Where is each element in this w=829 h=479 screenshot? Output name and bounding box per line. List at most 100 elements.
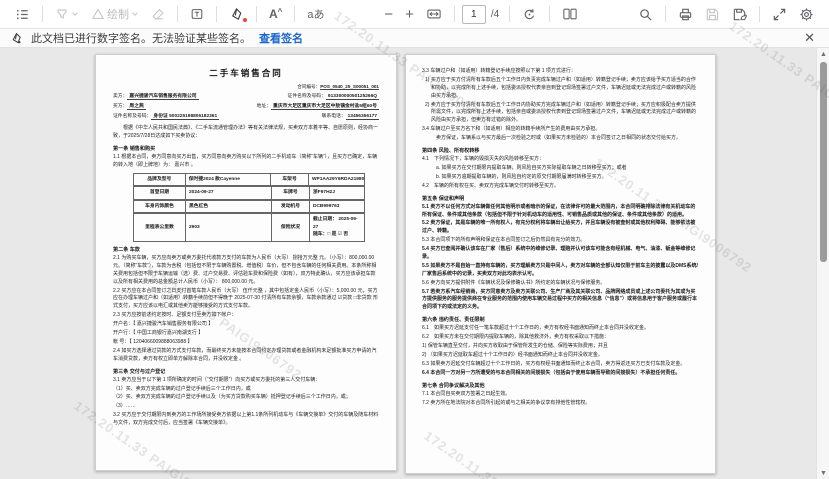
- table-label: 保险状况: [272, 214, 310, 241]
- divider: [42, 6, 43, 22]
- save-as-icon: [732, 7, 747, 22]
- seller-id: 91330000050125266Q: [326, 94, 379, 100]
- paragraph-line: 5.6 卖方向买方提供附件《车辆状况及保修确认书》所约定的车辆状况与保修服务。: [422, 280, 699, 288]
- page-input[interactable]: [462, 5, 486, 24]
- paragraph-line: 1) 买方应于买方付清所有车款后五个工作日内负责完成车辆过户和（如适用）转籍登记…: [422, 77, 699, 101]
- paragraph-line: 5.2 卖方保证，其是车辆的唯一所有权人，有充分权利将车辆出让给买方，并且车辆没…: [422, 220, 699, 236]
- toc-button[interactable]: [10, 4, 35, 25]
- contract-number: POS_0540_25_S00051_001: [320, 84, 379, 90]
- scrollbar-thumb[interactable]: [820, 62, 827, 262]
- translate-icon: aあ: [307, 6, 324, 22]
- draw-button[interactable]: 绘制: [86, 3, 144, 25]
- paragraph-line: a. 如果买方在交付期限内提取车辆，则风险自买方实际提取车辆之日转移至买方；或者: [422, 165, 699, 173]
- paragraph-line: 第二条 车款: [113, 246, 379, 254]
- notification-message: 此文档已进行数字签名。无法验证某些签名。: [31, 30, 251, 46]
- gear-icon: [799, 7, 814, 22]
- toolbar: 绘制 A^: [0, 0, 829, 29]
- paragraph-line: 6.2 如果买方未在交付期限内提取车辆的，除其他救济外，卖方有权采取以下措施：: [422, 334, 699, 342]
- search-icon: [638, 7, 653, 22]
- divider: [549, 6, 550, 22]
- paragraph-line: 第五条 保证和声明: [422, 195, 699, 203]
- signature-badge: [242, 17, 248, 23]
- save-button[interactable]: [700, 4, 725, 25]
- paragraph-line: 2.1 为购买车辆，买方应向卖方或卖方委托代收款方支付的车款为人民币（大写） 捌…: [113, 255, 379, 287]
- party-row-id: 证件名称及号码：身份证 500225198806182361 联系电话：1345…: [113, 113, 379, 121]
- table-value: DCB999763: [310, 201, 365, 214]
- save-as-button[interactable]: [727, 4, 752, 25]
- paragraph-line: （1）买、卖双方完成车辆的过户登记手续后三个工作日内，或: [113, 386, 379, 394]
- page1-top-paragraphs: 根据《中华人民共和国民法典》、《二手车流通管理办法》等有关法律法规，买卖双方本着…: [113, 125, 379, 170]
- paragraph-line: 6.4 本合同一方对另一方所遭受的与本合同相关的间接损失（包括由于使用车辆而导致…: [422, 370, 699, 378]
- zoom-out-button[interactable]: −: [379, 4, 398, 25]
- toolbar-right-group: [633, 4, 819, 25]
- paragraph-line: 第三条 交付与过户登记: [113, 368, 379, 376]
- text-box-button[interactable]: [185, 4, 209, 24]
- font-size-button[interactable]: A^: [264, 4, 287, 24]
- translate-button[interactable]: aあ: [302, 3, 329, 25]
- buyer-name: 周之燕: [127, 104, 145, 110]
- zoom-in-button[interactable]: +: [400, 4, 419, 25]
- table-label: 品牌及型号: [134, 174, 186, 187]
- signature-button[interactable]: [224, 4, 249, 25]
- text-box-icon: [190, 7, 204, 21]
- table-label: 发动机号: [272, 201, 310, 214]
- table-value: 截止日期： 2025-09-27 随车：□ 是 ☑ 否: [310, 214, 365, 241]
- paragraph-line: b. 如果买方逾期提取车辆的，则风险自约定的原交付期限届满时转移至买方。: [422, 174, 699, 182]
- settings-button[interactable]: [794, 4, 819, 25]
- fullscreen-button[interactable]: [767, 4, 792, 25]
- divider: [665, 6, 666, 22]
- two-page-view-icon: [562, 7, 578, 21]
- fit-width-icon: [426, 7, 442, 21]
- print-icon: [678, 7, 693, 22]
- paragraph-line: 根据《中华人民共和国民法典》、《二手车流通管理办法》等有关法律法规，买卖双方本着…: [113, 125, 379, 141]
- paragraph-line: 1.1 根据本合同，卖方同意向买方出售，买方同意向卖方购买以下所列的二手机动车（…: [113, 154, 379, 170]
- divider: [759, 6, 760, 22]
- paragraph-line: 卖方保证，车辆系以与买方最后一次检验之时或（如果买方未检验的）本合同签订之日相同…: [422, 135, 699, 143]
- paragraph-line: （3）……: [113, 403, 379, 411]
- table-value: WP1AA29Y6RDA21980: [309, 174, 365, 187]
- signature-notification-bar: 此文档已进行数字签名。无法验证某些签名。 查看签名 ✕: [0, 29, 829, 48]
- print-button[interactable]: [673, 4, 698, 25]
- table-value: 保时捷2024 款Cayenne: [186, 174, 271, 187]
- chevron-down-icon: [71, 10, 79, 18]
- table-value: 2024-09-27: [186, 187, 272, 200]
- two-page-view-button[interactable]: [557, 4, 583, 24]
- table-label: 车架号: [271, 174, 309, 187]
- divider: [294, 6, 295, 22]
- search-button[interactable]: [633, 4, 658, 25]
- divider: [509, 6, 510, 22]
- save-icon: [705, 7, 720, 22]
- table-row: 首登日期 2024-09-27 车牌号 浙F97H2J: [133, 186, 365, 200]
- table-value: 黑色红色: [186, 201, 272, 214]
- eraser-button[interactable]: [146, 4, 170, 24]
- paragraph-line: 帐 号：【 1204066009888063988 】: [113, 339, 379, 347]
- scrollbar-up-arrow[interactable]: ▲: [817, 48, 829, 60]
- highlighter-button[interactable]: [50, 4, 84, 24]
- paragraph-line: 4.1 下列情况下，车辆的毁损灭失的风险转移至买方：: [422, 156, 699, 164]
- page1-bottom-paragraphs: 第二条 车款2.1 为购买车辆，买方应向卖方或卖方委托代收款方支付的车款为人民币…: [113, 246, 379, 428]
- highlighter-icon: [55, 7, 69, 21]
- fit-width-button[interactable]: [421, 4, 447, 24]
- paragraph-line: 第一条 销售和购买: [113, 145, 379, 153]
- rotate-button[interactable]: [517, 4, 542, 25]
- page-count: /4: [491, 9, 499, 20]
- toc-icon: [15, 7, 30, 22]
- contract-number-row: 合同编号：POS_0540_25_S00051_001: [113, 83, 379, 90]
- paragraph-line: 2.3 买方应按前述约定按时、足额支付至卖方如下帐户：: [113, 312, 379, 320]
- scrollbar-down-arrow[interactable]: ▼: [817, 467, 829, 479]
- paragraph-line: 5.7 若卖方系汽车经销商，买方同意卖方及卖方关联公司、生产厂商及其关联公司、品…: [422, 289, 699, 313]
- zoom-out-icon: −: [384, 7, 393, 22]
- close-icon[interactable]: ✕: [800, 30, 819, 46]
- divider: [177, 6, 178, 22]
- vehicle-table: 品牌及型号 保时捷2024 款Cayenne 车架号 WP1AA29Y6RDA2…: [133, 173, 365, 242]
- paragraph-line: 4.2 车辆的所有权在买、卖双方完成车辆交付时转移至买方。: [422, 183, 699, 191]
- table-row: 车身内饰颜色 黑色红色 发动机号 DCB999763: [133, 200, 365, 214]
- scrollbar[interactable]: ▲ ▼: [816, 48, 829, 479]
- table-label: 车身内饰颜色: [134, 201, 186, 214]
- paragraph-line: 1) 保管车辆直至交付，并向买方收取由于保管所发生的仓储、保险等实际费用；并且: [422, 343, 699, 351]
- party-row-seller: 卖方：嘉兴捷骏汽车销售服务有限公司 证件名称及号码：91330000050125…: [113, 93, 379, 101]
- document-viewer: 二手车销售合同 合同编号：POS_0540_25_S00051_001 卖方：嘉…: [0, 48, 829, 479]
- font-size-icon: A^: [269, 7, 282, 21]
- page2-paragraphs: 3.3 车辆过户和（如适用）转籍登记手续应按照以下第 1 项方式进行：1) 买方…: [422, 68, 699, 407]
- view-signatures-link[interactable]: 查看签名: [259, 30, 303, 46]
